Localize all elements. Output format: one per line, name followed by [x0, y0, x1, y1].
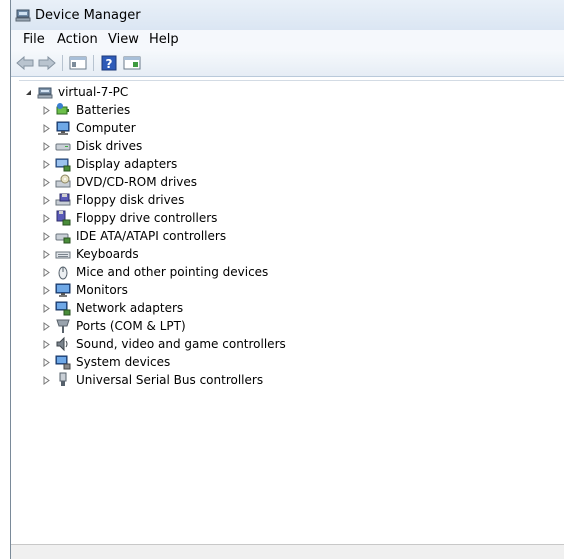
expand-triangle-icon[interactable]: [42, 303, 51, 313]
port-icon: [55, 318, 71, 334]
tree-item[interactable]: Keyboards: [42, 245, 139, 263]
tree-item[interactable]: Mice and other pointing devices: [42, 263, 268, 281]
computer-icon: [55, 120, 71, 136]
computer-tree-root-icon: [37, 84, 53, 100]
tree-item[interactable]: Disk drives: [42, 137, 142, 155]
device-manager-icon: [15, 7, 31, 26]
toolbar-separator: [93, 55, 94, 71]
expand-triangle-icon[interactable]: [42, 321, 51, 331]
show-action-pane-icon[interactable]: [123, 54, 141, 72]
tree-item-label: Mice and other pointing devices: [76, 265, 269, 279]
monitor-icon: [55, 282, 71, 298]
expand-triangle-icon[interactable]: [42, 375, 51, 385]
expand-triangle-icon[interactable]: [42, 249, 51, 259]
background-window-edge: [0, 0, 10, 559]
show-hide-console-tree-icon[interactable]: [69, 54, 87, 72]
system-device-icon: [55, 354, 71, 370]
tree-item[interactable]: Ports (COM & LPT): [42, 317, 186, 335]
tree-item-label: Computer: [76, 121, 136, 135]
tree-item[interactable]: Computer: [42, 119, 136, 137]
forward-arrow-icon[interactable]: [38, 54, 56, 72]
tree-item-label: Sound, video and game controllers: [76, 337, 286, 351]
help-icon[interactable]: ?: [100, 54, 118, 72]
menu-view[interactable]: View: [106, 32, 141, 47]
tree-item[interactable]: Floppy disk drives: [42, 191, 184, 209]
display-adapter-icon: [55, 156, 71, 172]
tree-item[interactable]: Display adapters: [42, 155, 177, 173]
expand-triangle-icon[interactable]: [42, 357, 51, 367]
dvd-drive-icon: [55, 174, 71, 190]
tree-root[interactable]: virtual-7-PC: [24, 83, 128, 101]
expand-triangle-icon[interactable]: [42, 105, 51, 115]
tree-item[interactable]: Monitors: [42, 281, 128, 299]
tree-item-label: Ports (COM & LPT): [76, 319, 186, 333]
window-title: Device Manager: [35, 8, 141, 23]
tree-item-label: Network adapters: [76, 301, 184, 315]
menu-action[interactable]: Action: [55, 32, 100, 47]
battery-icon: [55, 102, 71, 118]
sound-icon: [55, 336, 71, 352]
expand-triangle-icon[interactable]: [42, 339, 51, 349]
ide-controller-icon: [55, 228, 71, 244]
tree-item[interactable]: Floppy drive controllers: [42, 209, 217, 227]
menu-help[interactable]: Help: [147, 32, 181, 47]
network-adapter-icon: [55, 300, 71, 316]
expand-triangle-icon[interactable]: [42, 213, 51, 223]
expand-triangle-icon[interactable]: [42, 123, 51, 133]
tree-item-label: Display adapters: [76, 157, 178, 171]
device-tree: virtual-7-PC Batteries Computer Disk drive…: [19, 80, 564, 541]
tree-item-label: DVD/CD-ROM drives: [76, 175, 198, 189]
tree-item[interactable]: Batteries: [42, 101, 130, 119]
tree-item-label: Keyboards: [76, 247, 139, 261]
svg-text:?: ?: [106, 57, 113, 71]
menu-bar: File Action View Help: [11, 30, 564, 50]
floppy-disk-icon: [55, 192, 71, 208]
expand-triangle-icon[interactable]: [42, 177, 51, 187]
tree-item[interactable]: Universal Serial Bus controllers: [42, 371, 263, 389]
tree-item-label: Floppy disk drives: [76, 193, 185, 207]
disk-drive-icon: [55, 138, 71, 154]
tree-item[interactable]: IDE ATA/ATAPI controllers: [42, 227, 226, 245]
mouse-icon: [55, 264, 71, 280]
tree-item-label: Monitors: [76, 283, 128, 297]
collapse-triangle-icon[interactable]: [24, 88, 33, 97]
tree-item[interactable]: System devices: [42, 353, 170, 371]
expand-triangle-icon[interactable]: [42, 159, 51, 169]
expand-triangle-icon[interactable]: [42, 141, 51, 151]
keyboard-icon: [55, 246, 71, 262]
toolbar-separator: [62, 55, 63, 71]
title-bar: Device Manager: [11, 0, 564, 31]
tree-item-label: Disk drives: [76, 139, 143, 153]
back-arrow-icon[interactable]: [16, 54, 34, 72]
expand-triangle-icon[interactable]: [42, 285, 51, 295]
toolbar: ?: [11, 50, 564, 77]
tree-item-label: Floppy drive controllers: [76, 211, 218, 225]
expand-triangle-icon[interactable]: [42, 267, 51, 277]
expand-triangle-icon[interactable]: [42, 195, 51, 205]
device-manager-window: Device Manager File Action View Help ? v…: [10, 0, 564, 559]
tree-root-label: virtual-7-PC: [58, 85, 129, 99]
tree-item[interactable]: Network adapters: [42, 299, 183, 317]
usb-icon: [55, 372, 71, 388]
expand-triangle-icon[interactable]: [42, 231, 51, 241]
tree-item-label: System devices: [76, 355, 171, 369]
status-bar: [11, 544, 564, 559]
tree-item[interactable]: DVD/CD-ROM drives: [42, 173, 197, 191]
tree-item-label: Batteries: [76, 103, 131, 117]
floppy-controller-icon: [55, 210, 71, 226]
tree-item-label: Universal Serial Bus controllers: [76, 373, 264, 387]
tree-item-label: IDE ATA/ATAPI controllers: [76, 229, 227, 243]
menu-file[interactable]: File: [21, 32, 47, 47]
tree-item[interactable]: Sound, video and game controllers: [42, 335, 286, 353]
